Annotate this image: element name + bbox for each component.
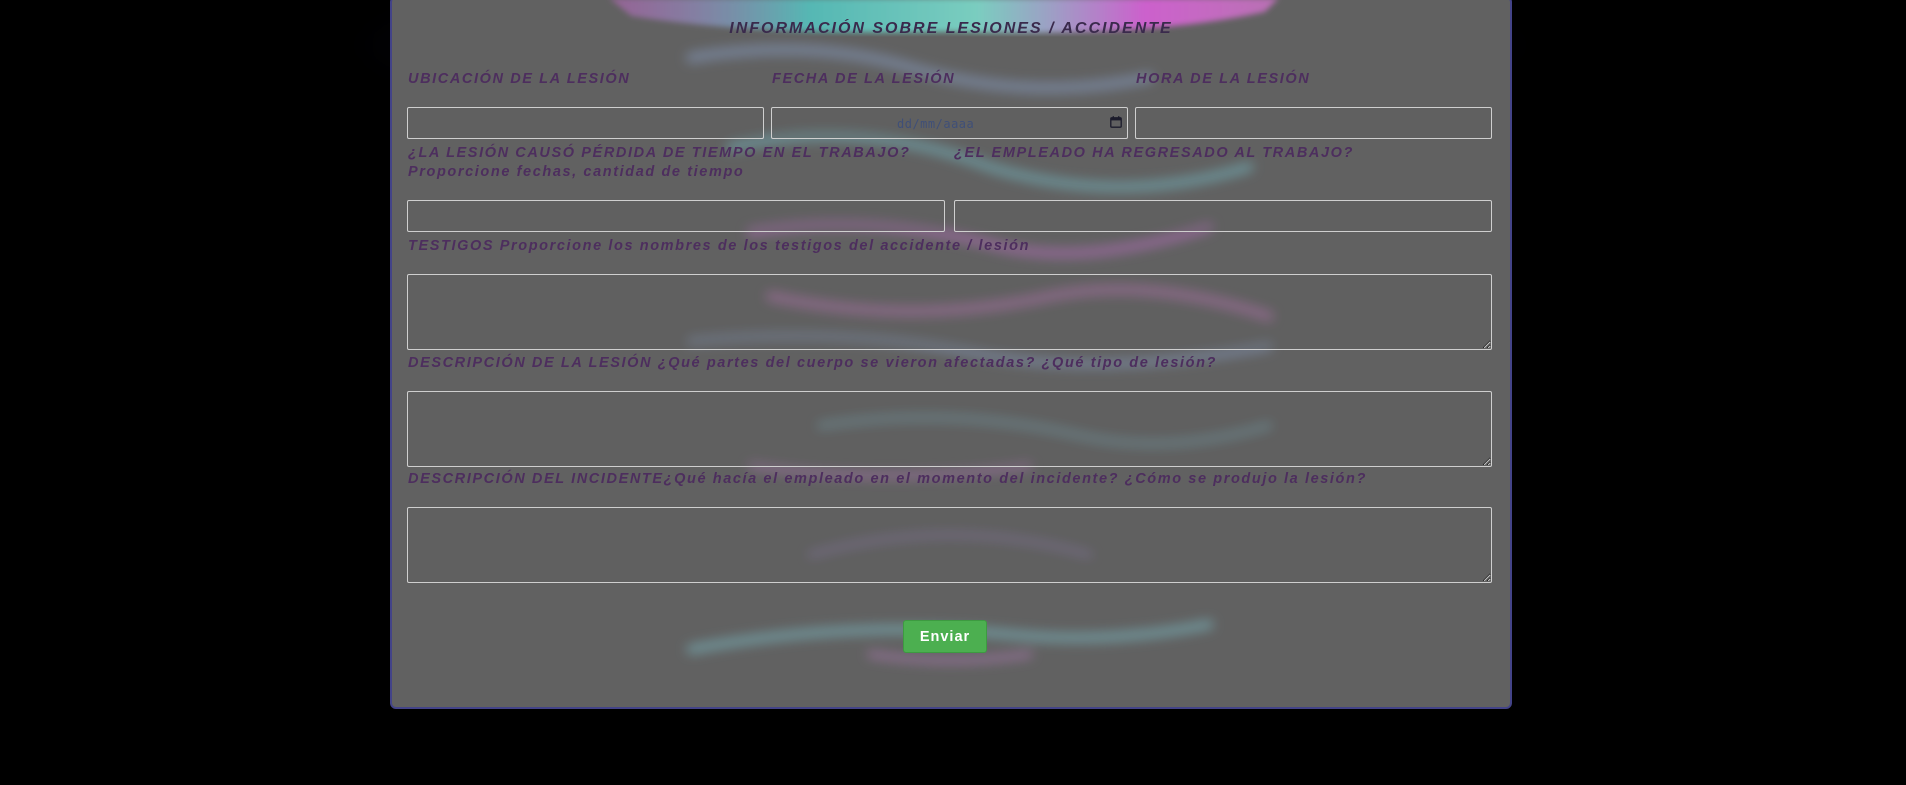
returned-label: ¿EL EMPLEADO HA REGRESADO AL TRABAJO? bbox=[954, 145, 1354, 161]
witnesses-label: TESTIGOS Proporcione los nombres de los … bbox=[408, 238, 1031, 254]
injury-description-label: DESCRIPCIÓN DE LA LESIÓN ¿Qué partes del… bbox=[408, 355, 1217, 371]
date-label: FECHA DE LA LESIÓN bbox=[772, 71, 956, 87]
returned-input[interactable] bbox=[954, 200, 1492, 232]
incident-description-label: DESCRIPCIÓN DEL INCIDENTE¿Qué hacía el e… bbox=[408, 471, 1367, 487]
date-placeholder: dd/mm/aaaa bbox=[897, 117, 975, 131]
location-label: UBICACIÓN DE LA LESIÓN bbox=[408, 71, 631, 87]
time-lost-sublabel: Proporcione fechas, cantidad de tiempo bbox=[408, 164, 745, 180]
submit-button[interactable]: Enviar bbox=[903, 620, 987, 653]
form-title: INFORMACIÓN SOBRE LESIONES / ACCIDENTE bbox=[729, 20, 1173, 37]
witnesses-textarea[interactable] bbox=[407, 274, 1492, 350]
page: INFORMACIÓN SOBRE LESIONES / ACCIDENTE U… bbox=[0, 0, 1906, 785]
time-lost-input[interactable] bbox=[407, 200, 945, 232]
injury-description-textarea[interactable] bbox=[407, 391, 1492, 467]
date-input[interactable]: dd/mm/aaaa bbox=[771, 107, 1128, 139]
time-lost-label-text: ¿LA LESIÓN CAUSÓ PÉRDIDA DE TIEMPO EN EL… bbox=[408, 145, 911, 161]
time-input[interactable] bbox=[1135, 107, 1492, 139]
time-lost-label: ¿LA LESIÓN CAUSÓ PÉRDIDA DE TIEMPO EN EL… bbox=[408, 144, 910, 182]
location-input[interactable] bbox=[407, 107, 764, 139]
time-label: HORA DE LA LESIÓN bbox=[1136, 71, 1311, 87]
calendar-icon[interactable] bbox=[1110, 116, 1122, 128]
form-content: INFORMACIÓN SOBRE LESIONES / ACCIDENTE U… bbox=[392, 0, 1510, 707]
incident-description-textarea[interactable] bbox=[407, 507, 1492, 583]
injury-report-form: INFORMACIÓN SOBRE LESIONES / ACCIDENTE U… bbox=[390, 0, 1512, 709]
